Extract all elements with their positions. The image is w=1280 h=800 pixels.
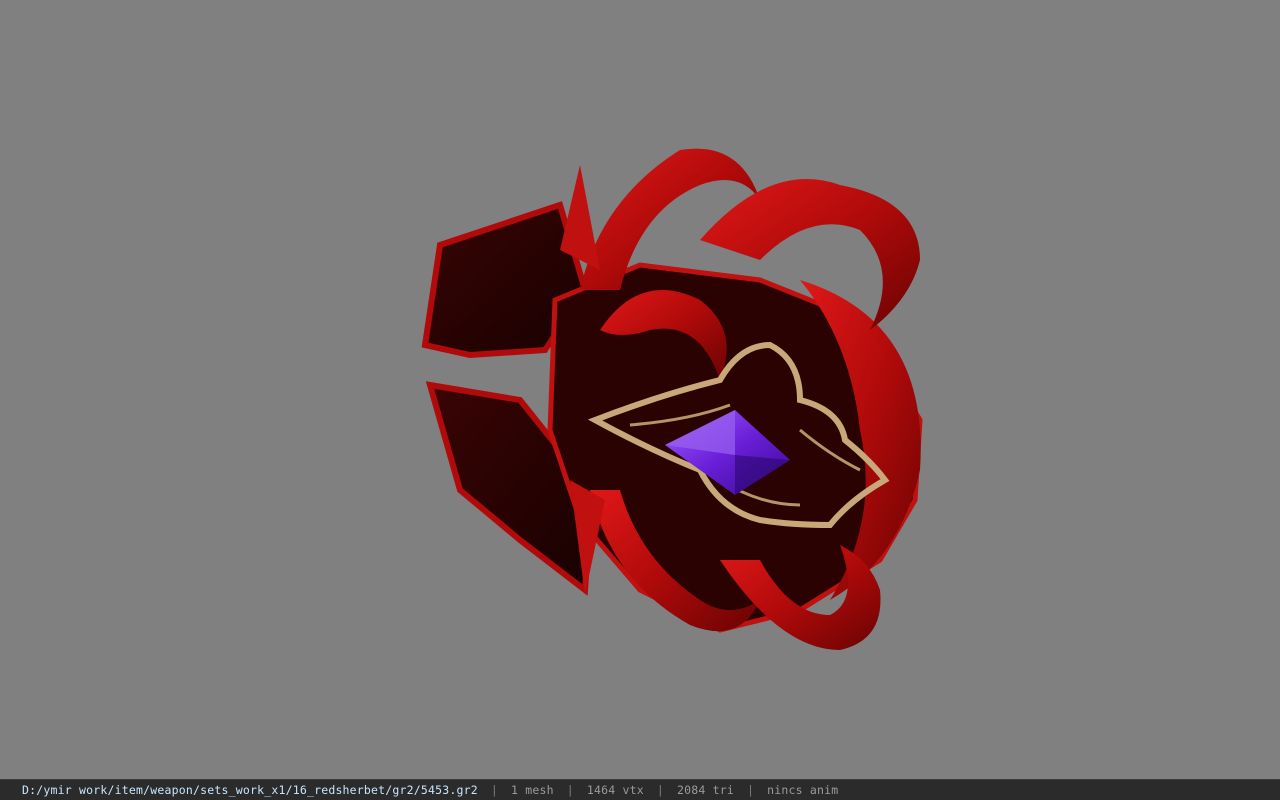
shield-model-render[interactable] <box>0 0 1280 779</box>
status-bar: D:/ymir work/item/weapon/sets_work_x1/16… <box>0 779 1280 800</box>
separator: | <box>566 783 574 797</box>
triangle-count: 2084 tri <box>677 783 735 797</box>
separator: | <box>490 783 499 797</box>
model-viewport[interactable] <box>0 0 1280 779</box>
vertex-count: 1464 vtx <box>586 783 644 797</box>
animation-status: nincs anim <box>767 783 839 797</box>
separator: | <box>747 783 755 797</box>
file-path: D:/ymir work/item/weapon/sets_work_x1/16… <box>22 783 478 797</box>
separator: | <box>656 783 665 797</box>
mesh-count: 1 mesh <box>511 783 554 797</box>
